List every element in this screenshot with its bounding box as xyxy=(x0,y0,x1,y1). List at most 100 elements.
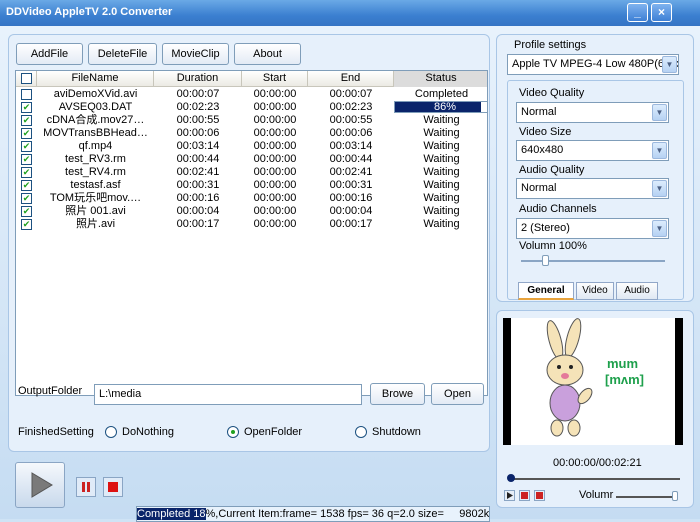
video-quality-value: Normal xyxy=(521,106,557,118)
select-all-checkbox[interactable] xyxy=(21,73,32,84)
audio-quality-select[interactable]: Normal ▼ xyxy=(516,178,669,199)
row-start: 00:00:00 xyxy=(253,127,297,139)
row-end: 00:00:04 xyxy=(329,205,373,217)
row-name: 照片 001.avi xyxy=(65,205,126,217)
tab-video[interactable]: Video xyxy=(576,282,614,300)
row-checkbox[interactable]: ✔ xyxy=(21,154,32,165)
header-checkbox-cell xyxy=(16,71,37,87)
table-row[interactable]: aviDemoXVid.avi 00:00:07 00:00:00 00:00:07 C… xyxy=(16,88,487,101)
table-row[interactable]: ✔ test_RV3.rm 00:00:44 00:00:00 00:00:44 Wait… xyxy=(16,153,487,166)
profile-value: Apple TV MPEG-4 Low 480P(640x4 xyxy=(512,58,679,70)
row-duration: 00:02:23 xyxy=(176,101,220,113)
row-name: MOVTransBBHead… xyxy=(43,127,148,139)
row-checkbox[interactable]: ✔ xyxy=(21,219,32,230)
chevron-down-icon[interactable]: ▼ xyxy=(652,180,667,197)
row-checkbox[interactable]: ✔ xyxy=(21,206,32,217)
seek-slider-thumb[interactable] xyxy=(507,474,515,482)
row-checkbox[interactable]: ✔ xyxy=(21,115,32,126)
video-size-select[interactable]: 640x480 ▼ xyxy=(516,140,669,161)
row-end: 00:00:44 xyxy=(329,153,373,165)
preview-stop-button[interactable] xyxy=(534,490,545,501)
open-folder-radio[interactable] xyxy=(227,426,239,438)
row-status: Waiting xyxy=(423,179,460,191)
tab-audio[interactable]: Audio xyxy=(616,282,658,300)
table-row[interactable]: ✔ TOM玩乐吧mov.… 00:00:16 00:00:00 00:00:16 Wait… xyxy=(16,192,487,205)
preview-pause-button[interactable] xyxy=(519,490,530,501)
minimize-button[interactable]: _ xyxy=(627,3,648,22)
row-status: Waiting xyxy=(423,192,460,204)
header-end[interactable]: End xyxy=(308,71,394,87)
row-duration: 00:00:07 xyxy=(176,88,220,100)
movie-clip-button[interactable]: MovieClip xyxy=(162,43,229,65)
close-button[interactable]: × xyxy=(651,3,672,22)
output-folder-input[interactable]: L:\media xyxy=(94,384,362,405)
table-row[interactable]: ✔ 照片.avi 00:00:17 00:00:00 00:00:17 Waiting xyxy=(16,218,487,231)
row-name: testasf.asf xyxy=(70,179,121,191)
header-status[interactable]: Status xyxy=(394,71,487,87)
row-duration: 00:00:16 xyxy=(176,192,220,204)
finished-setting-label: FinishedSetting xyxy=(18,426,94,438)
header-start[interactable]: Start xyxy=(242,71,308,87)
row-checkbox[interactable]: ✔ xyxy=(21,102,32,113)
row-checkbox[interactable]: ✔ xyxy=(21,167,32,178)
chevron-down-icon[interactable]: ▼ xyxy=(662,56,677,73)
row-name: test_RV4.rm xyxy=(65,166,126,178)
delete-file-button[interactable]: DeleteFile xyxy=(88,43,157,65)
video-quality-label: Video Quality xyxy=(519,87,585,99)
preview-play-button[interactable] xyxy=(504,490,515,501)
row-start: 00:00:00 xyxy=(253,179,297,191)
tab-general[interactable]: General xyxy=(518,282,574,300)
table-row[interactable]: ✔ MOVTransBBHead… 00:00:06 00:00:00 00:00:06… xyxy=(16,127,487,140)
volume-slider-thumb[interactable] xyxy=(542,255,549,266)
table-row[interactable]: ✔ test_RV4.rm 00:02:41 00:00:00 00:02:41 Wait… xyxy=(16,166,487,179)
window-title: DDVideo AppleTV 2.0 Converter xyxy=(6,6,173,18)
video-quality-select[interactable]: Normal ▼ xyxy=(516,102,669,123)
row-checkbox[interactable]: ✔ xyxy=(21,193,32,204)
stop-button[interactable] xyxy=(103,477,123,497)
browse-button[interactable]: Browe xyxy=(370,383,425,405)
audio-channels-select[interactable]: 2 (Stereo) ▼ xyxy=(516,218,669,239)
row-start: 00:00:00 xyxy=(253,153,297,165)
table-row[interactable]: ✔ qf.mp4 00:03:14 00:00:00 00:03:14 Waiting xyxy=(16,140,487,153)
table-row[interactable]: ✔ AVSEQ03.DAT 00:02:23 00:00:00 00:02:23 86% xyxy=(16,101,487,114)
row-start: 00:00:00 xyxy=(253,101,297,113)
row-checkbox[interactable] xyxy=(21,89,32,100)
table-row[interactable]: ✔ 照片 001.avi 00:00:04 00:00:00 00:00:04 Waiti… xyxy=(16,205,487,218)
audio-quality-value: Normal xyxy=(521,182,557,194)
shutdown-radio[interactable] xyxy=(355,426,367,438)
convert-button[interactable] xyxy=(15,462,65,508)
shutdown-label: Shutdown xyxy=(372,426,421,438)
file-table[interactable]: FileName Duration Start End Status aviDe… xyxy=(15,70,488,396)
row-status: Waiting xyxy=(423,140,460,152)
do-nothing-radio[interactable] xyxy=(105,426,117,438)
row-start: 00:00:00 xyxy=(253,192,297,204)
header-filename[interactable]: FileName xyxy=(37,71,154,87)
open-folder-label: OpenFolder xyxy=(244,426,303,438)
row-duration: 00:00:44 xyxy=(176,153,220,165)
preview-volume-track[interactable] xyxy=(616,496,678,498)
row-checkbox[interactable]: ✔ xyxy=(21,180,32,191)
row-start: 00:00:00 xyxy=(253,218,297,230)
add-file-button[interactable]: AddFile xyxy=(16,43,83,65)
title-bar: DDVideo AppleTV 2.0 Converter _ × xyxy=(0,0,700,26)
chevron-down-icon[interactable]: ▼ xyxy=(652,142,667,159)
chevron-down-icon[interactable]: ▼ xyxy=(652,104,667,121)
seek-slider-track[interactable] xyxy=(510,478,680,480)
about-button[interactable]: About xyxy=(234,43,301,65)
table-row[interactable]: ✔ testasf.asf 00:00:31 00:00:00 00:00:31 Wait… xyxy=(16,179,487,192)
open-button[interactable]: Open xyxy=(431,383,484,405)
row-end: 00:02:41 xyxy=(329,166,373,178)
row-checkbox[interactable]: ✔ xyxy=(21,128,32,139)
preview-volume-thumb[interactable] xyxy=(672,491,678,501)
row-name: TOM玩乐吧mov.… xyxy=(49,192,142,204)
preview-time: 00:00:00/00:02:21 xyxy=(553,457,642,469)
profile-select[interactable]: Apple TV MPEG-4 Low 480P(640x4 ▼ xyxy=(507,54,679,75)
row-checkbox[interactable]: ✔ xyxy=(21,141,32,152)
chevron-down-icon[interactable]: ▼ xyxy=(652,220,667,237)
row-duration: 00:00:06 xyxy=(176,127,220,139)
table-row[interactable]: ✔ cDNA合成.mov27… 00:00:55 00:00:00 00:00:55 Wa… xyxy=(16,114,487,127)
row-start: 00:00:00 xyxy=(253,205,297,217)
header-duration[interactable]: Duration xyxy=(154,71,242,87)
row-status: Completed xyxy=(414,88,469,100)
pause-button[interactable] xyxy=(76,477,96,497)
